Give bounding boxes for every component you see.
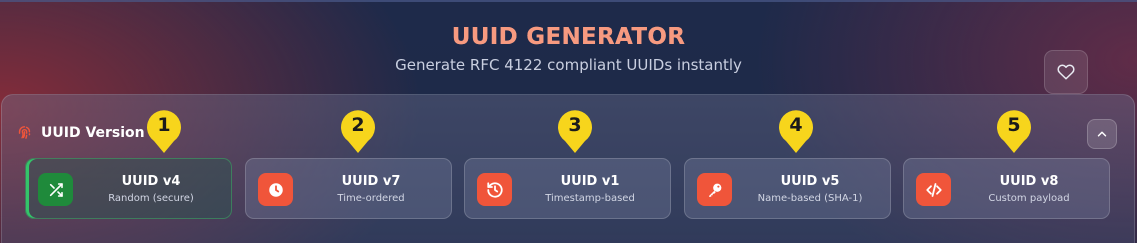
- version-card-v8[interactable]: UUID v8 Custom payload: [903, 158, 1110, 219]
- key-icon: [697, 173, 732, 206]
- step-marker-2: 2: [338, 107, 378, 155]
- card-description: Time-ordered: [337, 193, 405, 204]
- card-description: Timestamp-based: [545, 193, 635, 204]
- page-subtitle: Generate RFC 4122 compliant UUIDs instan…: [395, 56, 742, 74]
- collapse-button[interactable]: [1087, 119, 1117, 149]
- card-description: Custom payload: [988, 193, 1070, 204]
- card-name: UUID v7: [341, 174, 401, 189]
- step-marker-3: 3: [555, 107, 595, 155]
- shuffle-icon: [38, 173, 73, 206]
- step-marker-number: 2: [351, 114, 365, 136]
- top-border-line: [0, 0, 1137, 2]
- page-title: UUID GENERATOR: [0, 24, 1137, 50]
- step-marker-number: 1: [157, 114, 171, 136]
- card-name: UUID v4: [121, 174, 181, 189]
- section-header: UUID Version: [16, 124, 145, 141]
- card-name: UUID v8: [999, 174, 1059, 189]
- heart-icon: [1057, 64, 1075, 80]
- step-marker-4: 4: [776, 107, 816, 155]
- code-icon: [916, 173, 951, 206]
- step-marker-number: 3: [568, 114, 582, 136]
- step-marker-5: 5: [994, 107, 1034, 155]
- favorite-button[interactable]: [1044, 50, 1088, 94]
- step-marker-number: 5: [1007, 114, 1021, 136]
- fingerprint-icon: [18, 126, 31, 139]
- version-card-v7[interactable]: UUID v7 Time-ordered: [245, 158, 452, 219]
- chevron-up-icon: [1097, 131, 1107, 137]
- clock-icon: [258, 173, 293, 206]
- section-title: UUID Version: [41, 124, 145, 141]
- version-card-v1[interactable]: UUID v1 Timestamp-based: [464, 158, 671, 219]
- card-description: Random (secure): [108, 193, 194, 204]
- history-icon: [477, 173, 512, 206]
- card-name: UUID v5: [780, 174, 840, 189]
- version-card-v4[interactable]: UUID v4 Random (secure): [25, 158, 232, 219]
- card-name: UUID v1: [560, 174, 620, 189]
- card-description: Name-based (SHA-1): [757, 193, 863, 204]
- page-header: UUID GENERATOR Generate RFC 4122 complia…: [0, 24, 1137, 74]
- step-marker-number: 4: [789, 114, 803, 136]
- version-card-v5[interactable]: UUID v5 Name-based (SHA-1): [684, 158, 891, 219]
- step-marker-1: 1: [144, 107, 184, 155]
